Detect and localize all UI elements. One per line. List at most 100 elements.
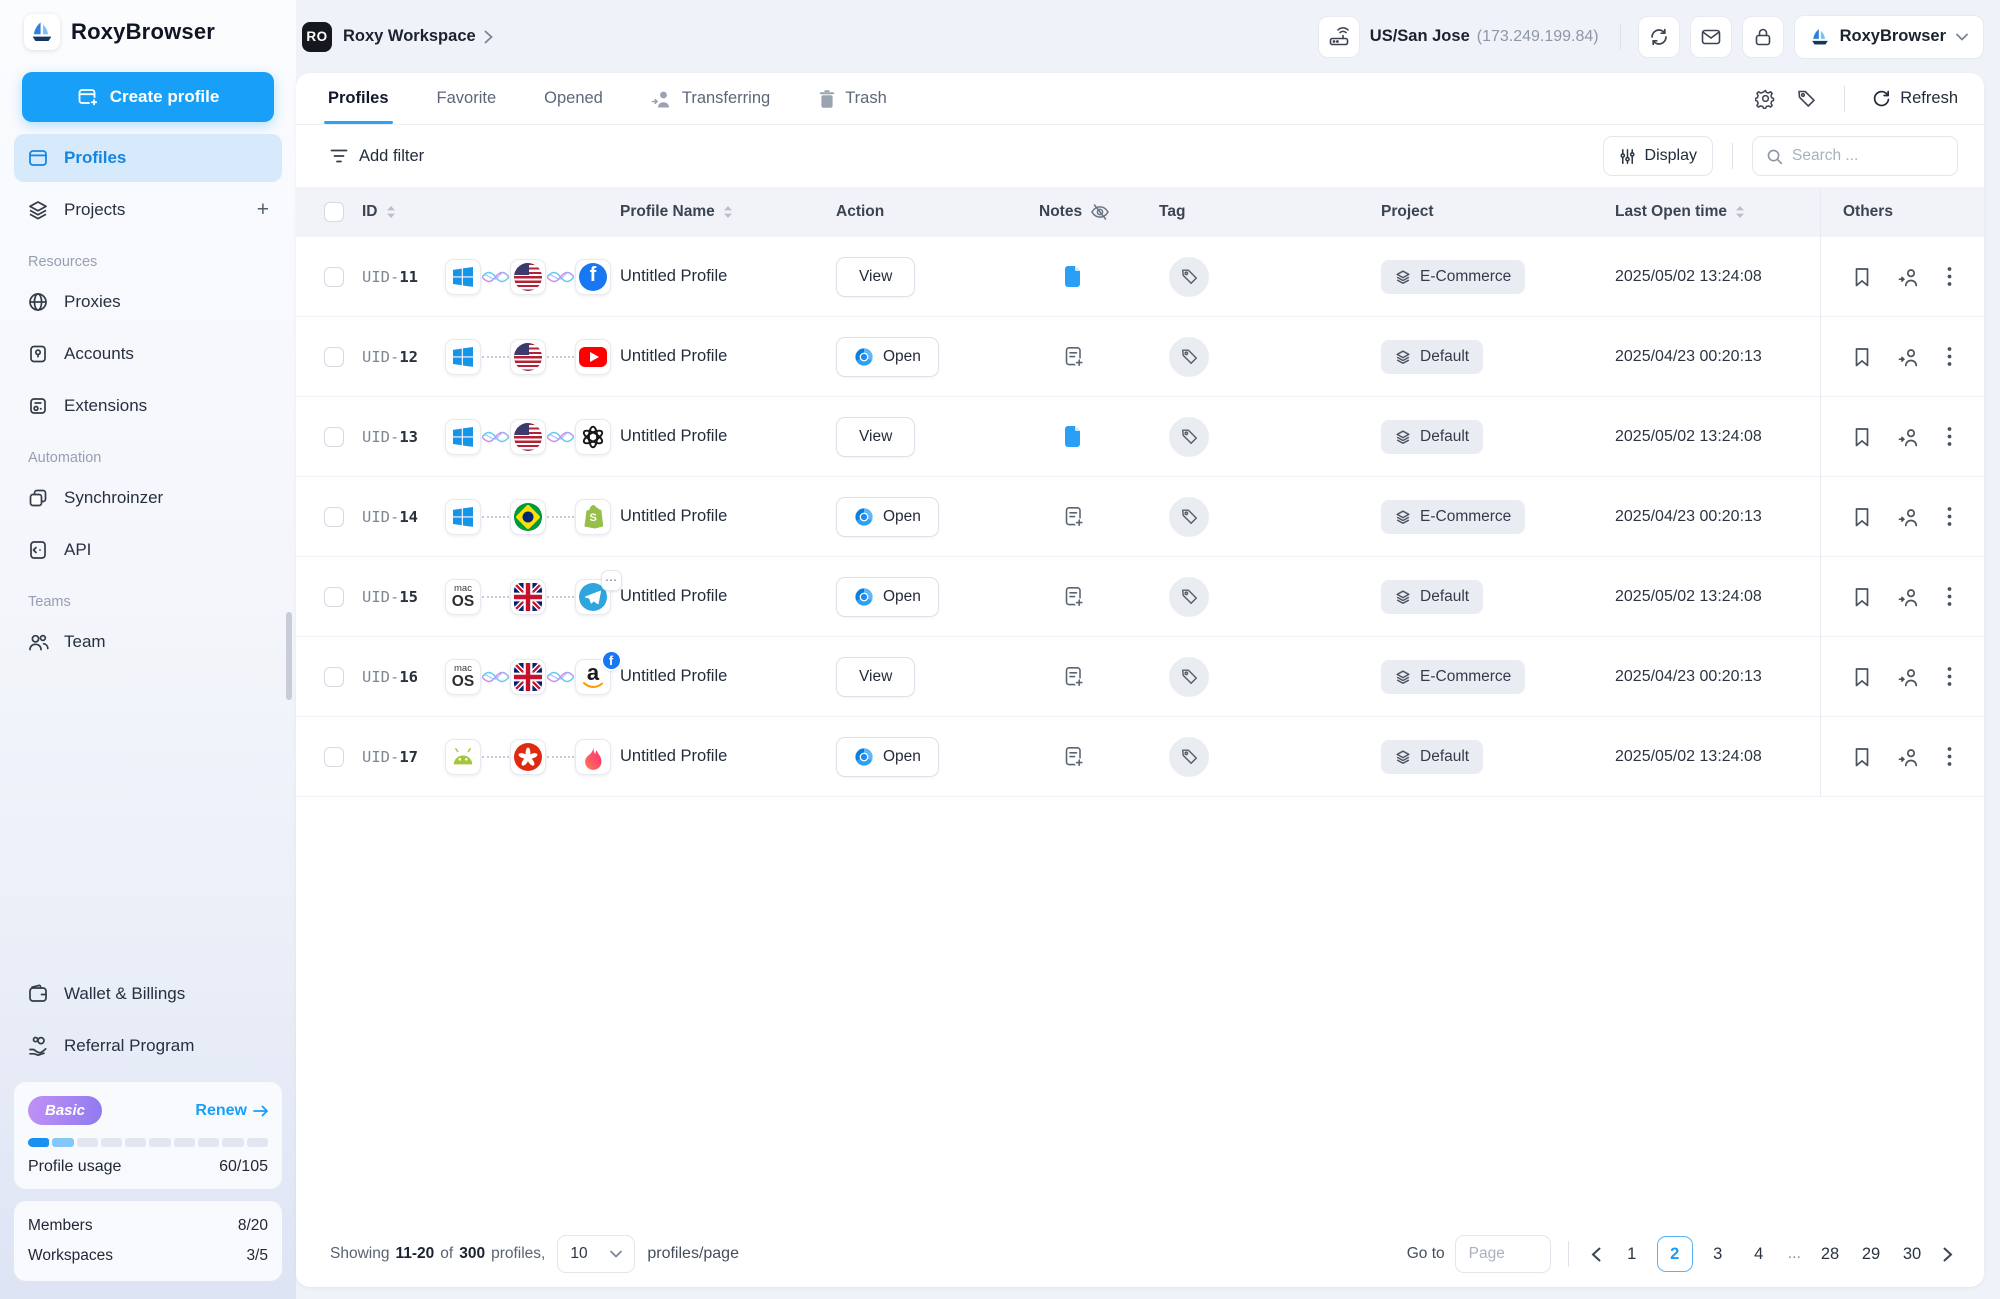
search-input[interactable]: [1792, 147, 1932, 165]
page-3-button[interactable]: 3: [1702, 1236, 1734, 1272]
previous-page-button[interactable]: [1586, 1247, 1606, 1262]
open-profile-button[interactable]: Open: [836, 337, 939, 377]
sidebar-item-profiles[interactable]: Profiles: [14, 134, 282, 182]
bookmark-button[interactable]: [1853, 506, 1871, 527]
renew-link[interactable]: Renew: [195, 1102, 268, 1120]
sidebar-item-extensions[interactable]: Extensions: [14, 382, 282, 430]
sidebar-scrollbar[interactable]: [286, 612, 292, 700]
tab-opened[interactable]: Opened: [544, 73, 603, 124]
add-note-button[interactable]: [1063, 505, 1085, 528]
project-badge[interactable]: Default: [1381, 340, 1483, 374]
project-badge[interactable]: Default: [1381, 420, 1483, 454]
tab-trash[interactable]: Trash: [818, 73, 887, 124]
open-profile-button[interactable]: Open: [836, 497, 939, 537]
add-tag-button[interactable]: [1169, 737, 1209, 777]
column-id[interactable]: ID: [356, 203, 441, 221]
tab-favorite[interactable]: Favorite: [437, 73, 497, 124]
add-project-button[interactable]: +: [257, 198, 269, 222]
add-tag-button[interactable]: [1169, 497, 1209, 537]
row-menu-button[interactable]: [1947, 746, 1952, 767]
proxy-status[interactable]: US/San Jose (173.249.199.84): [1318, 16, 1603, 58]
table-row[interactable]: UID-15 macOS⋯ Untitled Profile Open Defa…: [296, 557, 1984, 637]
table-row[interactable]: UID-14 S Untitled Profile Open E-Commerc…: [296, 477, 1984, 557]
add-note-button[interactable]: [1063, 585, 1085, 608]
share-profile-button[interactable]: [1898, 747, 1920, 767]
page-28-button[interactable]: 28: [1814, 1236, 1846, 1272]
create-profile-button[interactable]: Create profile: [22, 72, 274, 122]
page-30-button[interactable]: 30: [1896, 1236, 1928, 1272]
workspace-avatar[interactable]: RO: [302, 22, 332, 52]
project-badge[interactable]: Default: [1381, 740, 1483, 774]
bookmark-button[interactable]: [1853, 426, 1871, 447]
row-checkbox[interactable]: [324, 347, 344, 367]
tab-profiles[interactable]: Profiles: [328, 73, 389, 124]
row-checkbox[interactable]: [324, 747, 344, 767]
share-profile-button[interactable]: [1898, 587, 1920, 607]
table-row[interactable]: UID-16 macOSaf Untitled Profile View E-C…: [296, 637, 1984, 717]
share-profile-button[interactable]: [1898, 427, 1920, 447]
share-profile-button[interactable]: [1898, 347, 1920, 367]
table-row[interactable]: UID-17 Untitled Profile Open Default 202…: [296, 717, 1984, 797]
sidebar-item-projects[interactable]: Projects +: [14, 186, 282, 234]
lock-button[interactable]: [1742, 16, 1784, 58]
open-profile-button[interactable]: Open: [836, 577, 939, 617]
page-1-button[interactable]: 1: [1616, 1236, 1648, 1272]
add-tag-button[interactable]: [1169, 417, 1209, 457]
row-checkbox[interactable]: [324, 427, 344, 447]
open-profile-button[interactable]: Open: [836, 737, 939, 777]
page-4-button[interactable]: 4: [1743, 1236, 1775, 1272]
add-note-button[interactable]: [1063, 345, 1085, 368]
account-menu-button[interactable]: RoxyBrowser: [1794, 15, 1984, 59]
page-size-select[interactable]: 10: [557, 1235, 635, 1273]
sidebar-item-referral-program[interactable]: Referral Program: [14, 1022, 282, 1070]
add-tag-button[interactable]: [1169, 257, 1209, 297]
column-last-open-time[interactable]: Last Open time: [1615, 203, 1820, 221]
add-tag-button[interactable]: [1169, 337, 1209, 377]
view-profile-button[interactable]: View: [836, 417, 915, 457]
refresh-button[interactable]: Refresh: [1872, 89, 1958, 108]
bookmark-button[interactable]: [1853, 746, 1871, 767]
eye-off-icon[interactable]: [1090, 203, 1110, 221]
table-row[interactable]: UID-13 Untitled Profile View Default 202…: [296, 397, 1984, 477]
share-profile-button[interactable]: [1898, 267, 1920, 287]
sidebar-item-synchroinzer[interactable]: Synchroinzer: [14, 474, 282, 522]
bookmark-button[interactable]: [1853, 586, 1871, 607]
bookmark-button[interactable]: [1853, 666, 1871, 687]
sidebar-item-accounts[interactable]: Accounts: [14, 330, 282, 378]
table-row[interactable]: UID-12 Untitled Profile Open Default 202…: [296, 317, 1984, 397]
add-note-button[interactable]: [1063, 665, 1085, 688]
next-page-button[interactable]: [1938, 1247, 1958, 1262]
column-profile-name[interactable]: Profile Name: [616, 203, 836, 221]
note-document-icon[interactable]: [1063, 425, 1082, 448]
bookmark-button[interactable]: [1853, 346, 1871, 367]
add-filter-button[interactable]: Add filter: [330, 147, 424, 166]
add-tag-button[interactable]: [1169, 657, 1209, 697]
table-row[interactable]: UID-11 f Untitled Profile View E-Commerc…: [296, 237, 1984, 317]
goto-page-input[interactable]: [1455, 1235, 1551, 1273]
row-checkbox[interactable]: [324, 267, 344, 287]
messages-button[interactable]: [1690, 16, 1732, 58]
settings-button[interactable]: [1755, 88, 1776, 109]
project-badge[interactable]: E-Commerce: [1381, 660, 1525, 694]
add-tag-button[interactable]: [1169, 577, 1209, 617]
row-menu-button[interactable]: [1947, 266, 1952, 287]
project-badge[interactable]: E-Commerce: [1381, 500, 1525, 534]
sidebar-item-api[interactable]: API: [14, 526, 282, 574]
add-note-button[interactable]: [1063, 745, 1085, 768]
row-menu-button[interactable]: [1947, 586, 1952, 607]
share-profile-button[interactable]: [1898, 667, 1920, 687]
sort-icon[interactable]: [1735, 205, 1745, 219]
select-all-checkbox[interactable]: [324, 202, 344, 222]
workspace-name[interactable]: Roxy Workspace: [343, 27, 476, 46]
tags-button[interactable]: [1796, 88, 1817, 109]
share-profile-button[interactable]: [1898, 507, 1920, 527]
note-document-icon[interactable]: [1063, 265, 1082, 288]
row-menu-button[interactable]: [1947, 426, 1952, 447]
row-checkbox[interactable]: [324, 667, 344, 687]
sync-button[interactable]: [1638, 16, 1680, 58]
sidebar-item-team[interactable]: Team: [14, 618, 282, 666]
page-29-button[interactable]: 29: [1855, 1236, 1887, 1272]
sort-icon[interactable]: [723, 205, 733, 219]
display-button[interactable]: Display: [1603, 136, 1713, 176]
sidebar-item-proxies[interactable]: Proxies: [14, 278, 282, 326]
